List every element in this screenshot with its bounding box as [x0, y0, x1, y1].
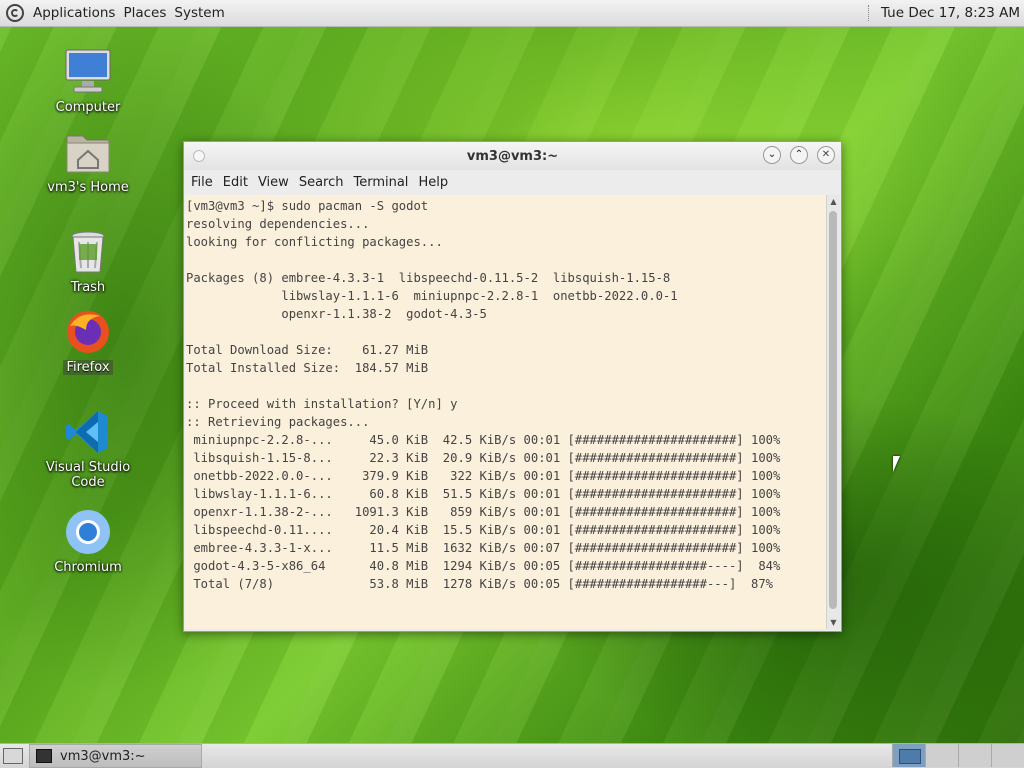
window-title: vm3@vm3:~	[466, 148, 559, 164]
close-icon[interactable]: ✕	[817, 146, 835, 164]
terminal-line: embree-4.3.3-1-x... 11.5 MiB 1632 KiB/s …	[186, 541, 781, 555]
scroll-down-icon[interactable]: ▼	[827, 616, 840, 629]
window-menu-icon[interactable]	[193, 150, 205, 162]
terminal-window: vm3@vm3:~ ⌄ ⌃ ✕ File Edit View Search Te…	[183, 141, 842, 632]
menu-applications[interactable]: Applications	[29, 5, 119, 21]
terminal-output[interactable]: [vm3@vm3 ~]$ sudo pacman -S godot resolvi…	[185, 195, 826, 629]
desktop-icon-label: Firefox	[63, 360, 113, 375]
desktop-icon-label: Chromium	[54, 560, 122, 575]
terminal-line: libwslay-1.1.1-6 miniupnpc-2.2.8-1 onetb…	[186, 289, 678, 303]
terminal-line: [vm3@vm3 ~]$ sudo pacman -S godot	[186, 199, 429, 213]
menu-places[interactable]: Places	[119, 5, 170, 21]
terminal-line: Total Download Size: 61.27 MiB	[186, 343, 429, 357]
terminal-line: miniupnpc-2.2.8-... 45.0 KiB 42.5 KiB/s …	[186, 433, 781, 447]
workspace-2[interactable]	[925, 744, 958, 767]
menu-view[interactable]: View	[254, 175, 293, 190]
menu-edit[interactable]: Edit	[219, 175, 252, 190]
desktop-icon-label: Visual Studio Code	[45, 460, 131, 490]
desktop-icon-firefox[interactable]: Firefox	[28, 308, 148, 375]
desktop-icon-label: vm3's Home	[47, 180, 129, 195]
maximize-icon[interactable]: ⌃	[790, 146, 808, 164]
firefox-icon	[64, 308, 112, 356]
menu-system[interactable]: System	[170, 5, 228, 21]
terminal-line: looking for conflicting packages...	[186, 235, 443, 249]
terminal-line: :: Retrieving packages...	[186, 415, 370, 429]
desktop-icon-label: Trash	[70, 280, 106, 295]
home-folder-icon	[64, 128, 112, 176]
menu-help[interactable]: Help	[414, 175, 452, 190]
terminal-line: resolving dependencies...	[186, 217, 370, 231]
scroll-thumb[interactable]	[829, 211, 837, 609]
workspace-switcher	[892, 744, 1024, 768]
desktop-icon-computer[interactable]: Computer	[28, 48, 148, 115]
menu-file[interactable]: File	[187, 175, 217, 190]
menu-search[interactable]: Search	[295, 175, 348, 190]
desktop-icon-label: Computer	[55, 100, 121, 115]
mouse-cursor-icon	[893, 456, 905, 472]
terminal-line: libsquish-1.15-8... 22.3 KiB 20.9 KiB/s …	[186, 451, 781, 465]
trash-icon	[64, 228, 112, 276]
desktop-icon-home[interactable]: vm3's Home	[28, 128, 148, 195]
terminal-line: openxr-1.1.38-2 godot-4.3-5	[186, 307, 487, 321]
workspace-1[interactable]	[892, 744, 925, 767]
terminal-scrollbar[interactable]: ▲ ▼	[826, 195, 840, 629]
window-menubar: File Edit View Search Terminal Help	[184, 170, 841, 194]
terminal-line: godot-4.3-5-x86_64 40.8 MiB 1294 KiB/s 0…	[186, 559, 781, 573]
terminal-text: [vm3@vm3 ~]$ sudo pacman -S godot resolvi…	[185, 195, 826, 593]
window-controls: ⌄ ⌃ ✕	[763, 146, 835, 164]
desktop-icon-vscode[interactable]: Visual Studio Code	[28, 408, 148, 490]
terminal-line: Total (7/8) 53.8 MiB 1278 KiB/s 00:05 [#…	[186, 577, 773, 591]
panel-right: Tue Dec 17, 8:23 AM	[867, 5, 1024, 21]
minimize-icon[interactable]: ⌄	[763, 146, 781, 164]
terminal-line: libwslay-1.1.1-6... 60.8 KiB 51.5 KiB/s …	[186, 487, 781, 501]
top-panel: Applications Places System Tue Dec 17, 8…	[0, 0, 1024, 27]
menu-terminal[interactable]: Terminal	[349, 175, 412, 190]
bottom-panel: vm3@vm3:~	[0, 743, 1024, 768]
desktop-icon-chromium[interactable]: Chromium	[28, 508, 148, 575]
terminal-line: Packages (8) embree-4.3.3-1 libspeechd-0…	[186, 271, 671, 285]
desktop-icon-trash[interactable]: Trash	[28, 228, 148, 295]
taskbar-item-terminal[interactable]: vm3@vm3:~	[29, 744, 202, 768]
distro-logo-icon[interactable]	[6, 4, 24, 22]
workspace-4[interactable]	[991, 744, 1024, 767]
chromium-icon	[64, 508, 112, 556]
terminal-line: :: Proceed with installation? [Y/n] y	[186, 397, 458, 411]
panel-separator	[867, 5, 871, 21]
computer-icon	[64, 48, 112, 96]
terminal-line: onetbb-2022.0.0-... 379.9 KiB 322 KiB/s …	[186, 469, 781, 483]
workspace-3[interactable]	[958, 744, 991, 767]
clock[interactable]: Tue Dec 17, 8:23 AM	[881, 5, 1020, 21]
terminal-line: openxr-1.1.38-2-... 1091.3 KiB 859 KiB/s…	[186, 505, 781, 519]
window-titlebar[interactable]: vm3@vm3:~ ⌄ ⌃ ✕	[184, 142, 841, 170]
vscode-icon	[64, 408, 112, 456]
terminal-icon	[36, 749, 52, 763]
terminal-line: Total Installed Size: 184.57 MiB	[186, 361, 429, 375]
show-desktop-icon[interactable]	[3, 748, 23, 764]
terminal-line: libspeechd-0.11.... 20.4 KiB 15.5 KiB/s …	[186, 523, 781, 537]
taskbar-item-label: vm3@vm3:~	[60, 748, 146, 764]
scroll-up-icon[interactable]: ▲	[827, 195, 840, 208]
